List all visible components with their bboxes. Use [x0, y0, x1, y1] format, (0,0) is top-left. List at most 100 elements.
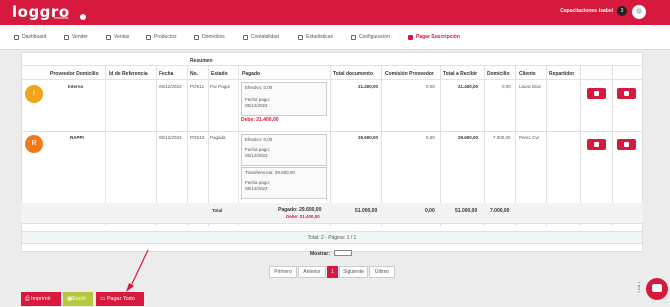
nav-contabilidad[interactable]: Contabilidad	[243, 34, 279, 40]
row-no[interactable]: POS16	[190, 135, 205, 140]
mostrar-label: Mostrar:	[310, 251, 331, 257]
top-bar: loggro restobar Capacitaciones - Isabel …	[0, 0, 670, 25]
capacitaciones-menu[interactable]: Capacitaciones -	[560, 8, 600, 14]
grid-icon	[14, 34, 19, 40]
bike-icon	[194, 34, 199, 40]
divider	[515, 66, 516, 226]
divider	[21, 65, 643, 66]
excel-button[interactable]: ▦Excel	[63, 292, 93, 306]
brand-subtitle: restobar	[54, 15, 69, 20]
row-receive: 29.600,00	[458, 135, 479, 140]
nav-productos[interactable]: Productos	[146, 34, 177, 40]
col-total-documento: Total documento	[333, 71, 373, 77]
col-no: No.	[190, 71, 199, 77]
col-repartidor: Repartidor	[549, 71, 575, 77]
row-receive: 21.400,00	[458, 84, 479, 89]
card-icon: ▭	[100, 296, 107, 302]
row-total: 29.600,00	[358, 135, 379, 140]
row-status: Por Pagar	[210, 84, 231, 89]
divider	[156, 66, 157, 226]
divider	[21, 223, 643, 224]
box-icon	[146, 34, 151, 40]
chart-icon	[298, 34, 303, 40]
nav-ventas[interactable]: Ventas	[106, 34, 129, 40]
row-no[interactable]: POS11	[190, 84, 204, 89]
payment-line: 06/12/2023	[245, 153, 268, 158]
avatar: R	[25, 135, 43, 153]
user-avatar[interactable]	[632, 5, 646, 19]
resumen-header: Resumen	[190, 58, 213, 64]
row-client: Perez Cvt	[519, 135, 539, 140]
nav-dashboard[interactable]: Dashboard	[14, 34, 46, 40]
divider	[21, 79, 643, 80]
print-row-button[interactable]	[587, 88, 606, 99]
provider-name: Interno	[68, 84, 84, 89]
totals-paid: Pagado: 29.600,00	[278, 207, 322, 213]
print-button[interactable]: ⎙ Imprimir	[21, 292, 61, 306]
card-icon	[408, 34, 413, 40]
payment-line: 06/12/2023	[245, 186, 268, 191]
pagination-last[interactable]: Último	[369, 266, 395, 278]
email-row-button[interactable]	[617, 139, 636, 150]
pagination-prev[interactable]: Anterior	[298, 266, 326, 278]
col-comision: Comisión Proveedor	[385, 71, 434, 77]
nav-vender[interactable]: Vender	[64, 34, 88, 40]
bank-icon	[243, 34, 248, 40]
row-date: 06/12/2023	[159, 84, 182, 89]
nav-domicilios[interactable]: Domicilios	[194, 34, 225, 40]
totals-row	[21, 203, 643, 223]
cart-icon	[64, 34, 69, 40]
totals-debe: Debe: 21.400,00	[286, 214, 320, 219]
mail-icon	[624, 91, 629, 96]
totals-receive: 51.000,00	[455, 208, 478, 214]
col-estado: Estado	[211, 71, 228, 77]
col-referencia: Id de Referencia	[109, 71, 148, 77]
printer-icon	[594, 91, 599, 96]
col-cliente: Cliente	[519, 71, 536, 77]
page-size-select[interactable]	[334, 250, 352, 256]
col-proveedor: Proveedor Domicilio	[50, 71, 99, 77]
annotation-arrow	[126, 249, 149, 292]
row-delivery: 7.000,00	[493, 135, 511, 140]
col-fecha: Fecha	[159, 71, 174, 77]
pagination-current[interactable]: 1	[327, 266, 338, 278]
notification-badge[interactable]: 3	[617, 6, 627, 16]
divider	[580, 66, 581, 226]
tag-icon	[106, 34, 111, 40]
col-pagado: Pagado	[242, 71, 261, 77]
table-summary: Total: 2 - Página: 1 / 1	[21, 231, 643, 244]
nav-estadisticas[interactable]: Estadísticas	[298, 34, 333, 40]
pay-all-button[interactable]: ▭ Pagar Todo	[96, 292, 144, 306]
totals-commission: 0,00	[425, 208, 435, 214]
pagination-first[interactable]: Primero	[269, 266, 297, 278]
col-domicilio: Domicilio	[487, 71, 510, 77]
printer-icon	[594, 142, 599, 147]
divider	[440, 66, 441, 226]
divider	[612, 66, 613, 226]
gear-icon	[351, 34, 356, 40]
row-commission: 0,00	[426, 135, 435, 140]
row-delivery: 0,00	[502, 84, 511, 89]
divider	[381, 66, 382, 226]
nav-pagar-suscripcion[interactable]: Pagar Suscripción	[408, 34, 460, 40]
divider	[546, 66, 547, 226]
divider	[330, 66, 331, 226]
totals-delivery: 7.000,00	[490, 208, 510, 214]
user-name[interactable]: Isabel	[599, 8, 613, 14]
divider	[21, 131, 643, 132]
totals-total: 51.000,00	[355, 208, 378, 214]
print-row-button[interactable]	[587, 139, 606, 150]
email-row-button[interactable]	[617, 88, 636, 99]
divider	[208, 66, 209, 226]
row-date: 06/12/2023	[159, 135, 182, 140]
avatar: I	[25, 85, 43, 103]
nav-configuracion[interactable]: Configuración	[351, 34, 390, 40]
pagination-next[interactable]: Siguiente	[339, 266, 368, 278]
debe-amount: Debe: 21.400,00	[241, 117, 279, 123]
eye-icon[interactable]	[80, 14, 86, 20]
grip-icon[interactable]: ⋮ ⋮	[635, 282, 643, 294]
main-nav: Dashboard Vender Ventas Productos Domici…	[0, 25, 670, 50]
chat-button[interactable]	[646, 278, 668, 300]
row-commission: 0,00	[426, 84, 435, 89]
row-client: Laura Díaz	[519, 84, 542, 89]
